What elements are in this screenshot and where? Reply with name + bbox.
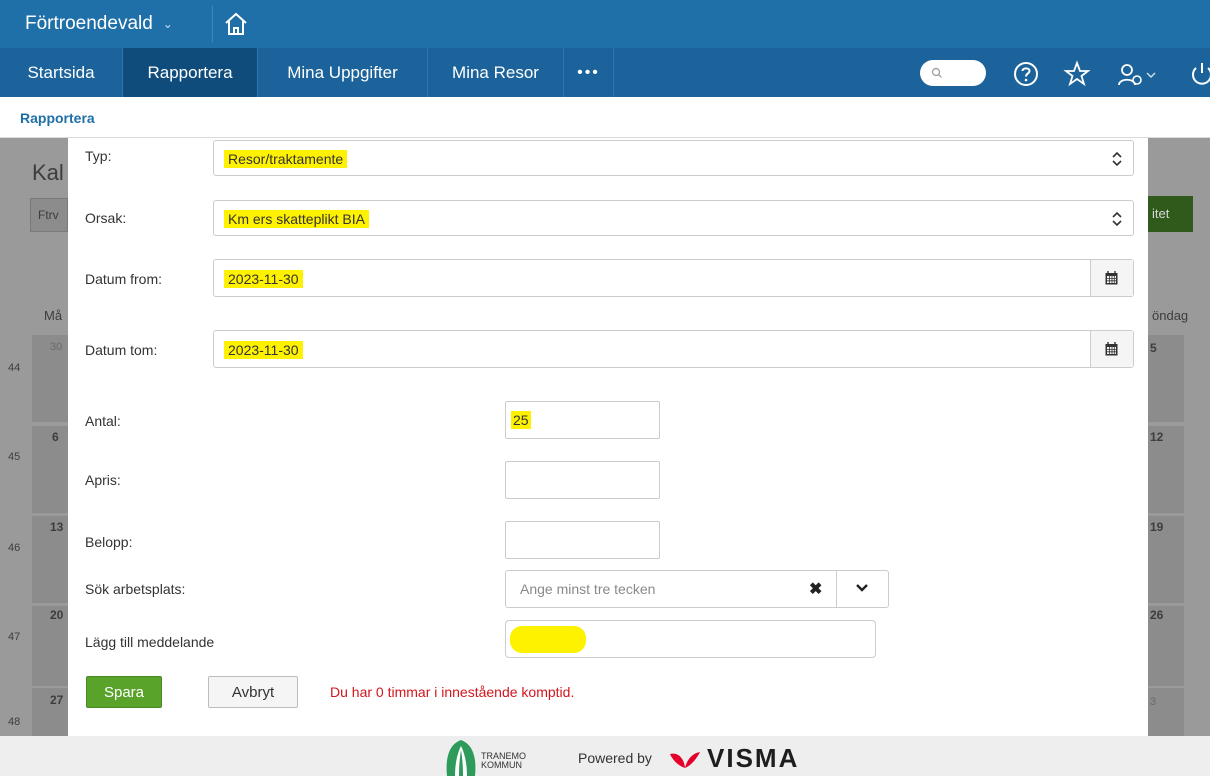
week-number: 47 [8, 631, 21, 643]
date-from-field[interactable]: 2023-11-30 [213, 259, 1134, 297]
workplace-label: Sök arbetsplats: [85, 581, 186, 597]
date-from-value: 2023-11-30 [224, 270, 303, 288]
visma-logo-icon [668, 750, 702, 770]
week-number: 46 [8, 542, 21, 554]
background-button-label: itet [1152, 206, 1170, 221]
report-dialog: Typ: Resor/traktamente Orsak: Km ers ska… [68, 138, 1148, 736]
tab-rapportera[interactable]: Rapportera [123, 48, 258, 97]
star-icon[interactable] [1063, 60, 1091, 88]
top-navigation: Förtroendevald ⌄ Startsida Rapportera Mi… [0, 0, 1210, 97]
cancel-button[interactable]: Avbryt [208, 676, 298, 708]
type-select[interactable]: Resor/traktamente [213, 140, 1134, 176]
week-number: 44 [8, 362, 21, 374]
calendar-icon [1105, 271, 1118, 285]
tranemo-kommun-wordmark: TRANEMO KOMMUN [481, 751, 526, 770]
tranemo-kommun-logo [443, 738, 479, 776]
week-number: 48 [8, 716, 21, 728]
save-button[interactable]: Spara [86, 676, 162, 708]
date-to-label: Datum tom: [85, 342, 158, 358]
quantity-input[interactable]: 25 [505, 401, 660, 439]
select-arrows-icon [1112, 151, 1122, 167]
reason-label: Orsak: [85, 210, 127, 226]
type-label: Typ: [85, 148, 112, 164]
type-value: Resor/traktamente [224, 150, 348, 168]
unit-price-value [511, 471, 515, 473]
quantity-value: 25 [511, 411, 531, 429]
home-icon[interactable] [222, 10, 250, 38]
day-number: 27 [50, 693, 64, 707]
search-icon [931, 67, 942, 78]
chevron-down-icon [856, 584, 868, 592]
reason-select[interactable]: Km ers skatteplikt BIA [213, 200, 1134, 236]
day-number: 13 [50, 520, 64, 534]
workplace-placeholder: Ange minst tre tecken [520, 581, 656, 597]
tab-mina-resor[interactable]: Mina Resor [428, 48, 564, 97]
amount-input[interactable] [505, 521, 660, 559]
calendar-icon [1105, 342, 1118, 356]
quantity-label: Antal: [85, 413, 121, 429]
date-from-label: Datum from: [85, 271, 163, 287]
day-number: 3 [1150, 696, 1157, 708]
day-number: 5 [1150, 341, 1157, 355]
breadcrumb[interactable]: Rapportera [20, 110, 95, 126]
calendar-day [32, 426, 68, 513]
divider [212, 6, 213, 42]
tab-startsida[interactable]: Startsida [0, 48, 123, 97]
unit-price-label: Apris: [85, 472, 121, 488]
day-number: 12 [1150, 430, 1164, 444]
weekday-label: Må [44, 308, 63, 323]
message-input[interactable] [505, 620, 876, 658]
day-number: 30 [50, 341, 63, 353]
workplace-search[interactable]: Ange minst tre tecken ✖ [505, 570, 889, 608]
calendar-title: Kal [32, 160, 64, 185]
power-icon[interactable] [1188, 60, 1210, 88]
more-menu-button[interactable]: ••• [564, 48, 614, 97]
date-from-calendar-button[interactable] [1090, 260, 1133, 296]
tab-mina-uppgifter[interactable]: Mina Uppgifter [258, 48, 428, 97]
unit-price-input[interactable] [505, 461, 660, 499]
powered-by-label: Powered by [578, 750, 652, 766]
reason-value: Km ers skatteplikt BIA [224, 210, 369, 228]
comp-time-warning: Du har 0 timmar i innestående komptid. [330, 684, 575, 700]
workplace-dropdown-button[interactable] [836, 571, 889, 607]
day-number: 6 [52, 430, 59, 444]
amount-value [511, 531, 515, 533]
chevron-down-icon: ⌄ [162, 17, 173, 31]
filter-value: Ftrv [38, 208, 59, 222]
message-label: Lägg till meddelande [85, 634, 215, 650]
day-number: 20 [50, 608, 64, 622]
app-title: Förtroendevald [25, 13, 153, 34]
amount-label: Belopp: [85, 534, 133, 550]
search-input[interactable] [920, 60, 986, 86]
clear-icon[interactable]: ✖ [809, 579, 822, 599]
day-number: 26 [1150, 608, 1164, 622]
help-icon[interactable] [1012, 60, 1040, 88]
user-settings-icon[interactable] [1115, 60, 1161, 88]
date-to-field[interactable]: 2023-11-30 [213, 330, 1134, 368]
week-number: 45 [8, 451, 21, 463]
header-row: Förtroendevald ⌄ [0, 0, 1210, 48]
redacted-highlight [510, 626, 586, 653]
weekday-label: öndag [1152, 308, 1189, 323]
select-arrows-icon [1112, 211, 1122, 227]
date-to-calendar-button[interactable] [1090, 331, 1133, 367]
date-to-value: 2023-11-30 [224, 341, 303, 359]
app-switcher[interactable]: Förtroendevald ⌄ [25, 13, 173, 35]
visma-wordmark: VISMA [707, 743, 800, 773]
day-number: 19 [1150, 520, 1164, 534]
